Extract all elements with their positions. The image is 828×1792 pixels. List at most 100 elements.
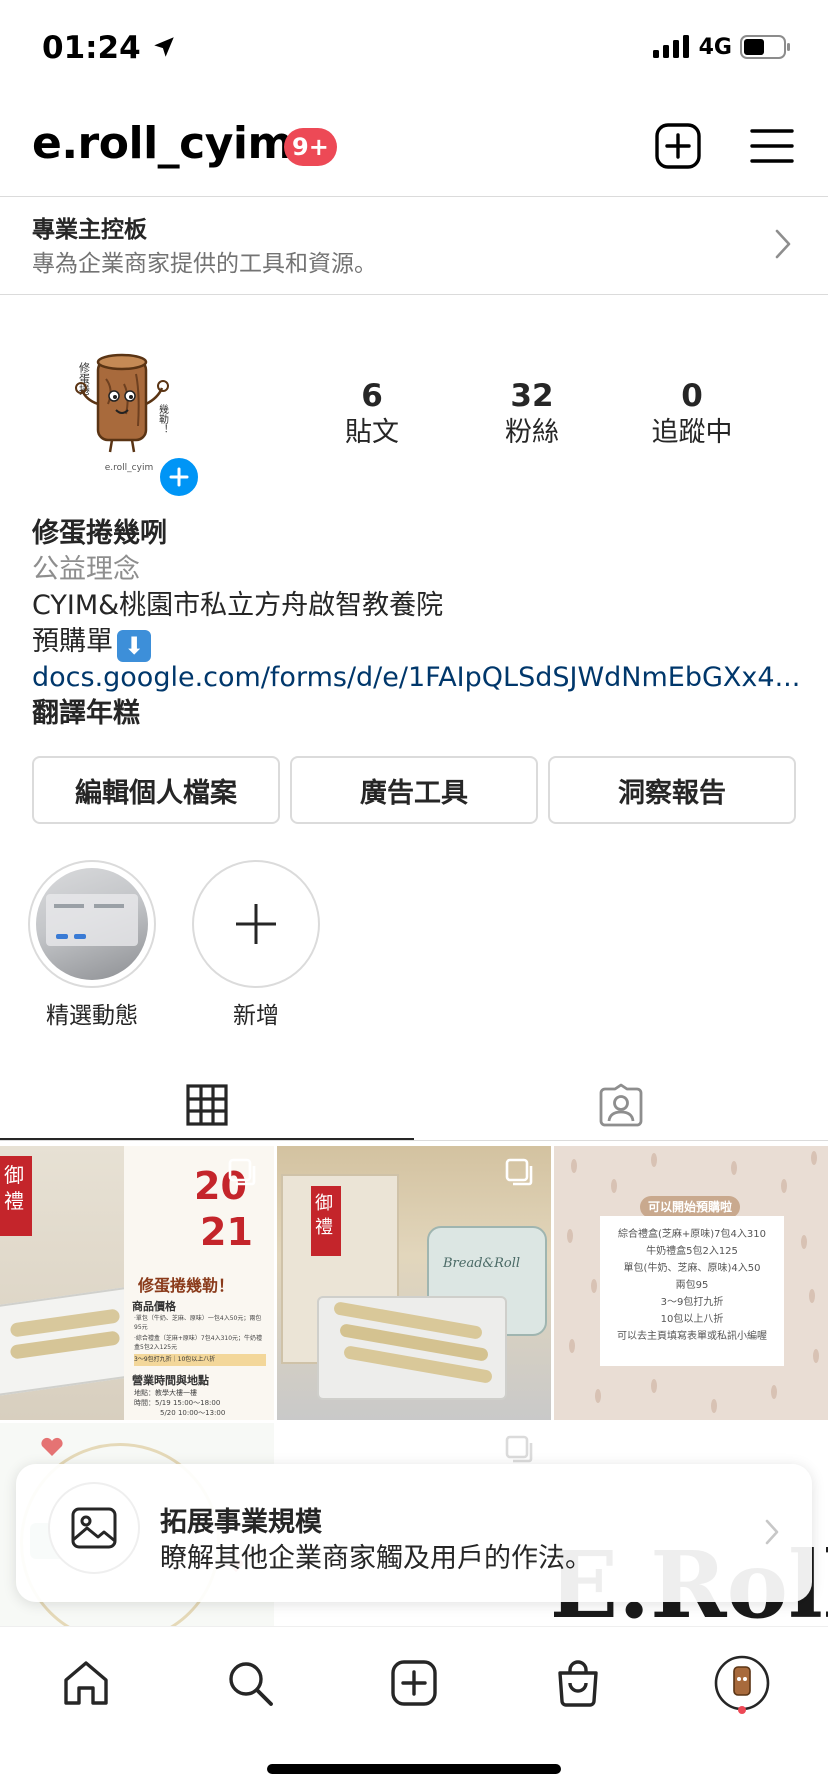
heart-icon (41, 1437, 63, 1456)
post3-line: 3～9包打九折 (660, 1297, 724, 1308)
stat-following[interactable]: 0 追蹤中 (612, 378, 772, 450)
bio-preorder-text: 預購單 (32, 626, 113, 657)
nav-home-button[interactable] (56, 1653, 116, 1713)
multiple-photos-icon (505, 1435, 533, 1463)
status-indicators: 4G (652, 34, 792, 60)
post1-gift-label: 御禮 (4, 1163, 24, 1213)
post3-line: 兩包95 (675, 1280, 709, 1291)
tabs-divider (0, 1140, 828, 1141)
tab-posts-grid[interactable] (0, 1070, 414, 1140)
signal-icon (652, 35, 689, 58)
highlight-new-label: 新增 (233, 1003, 279, 1029)
banner-title: 拓展事業規模 (160, 1507, 322, 1538)
svg-text:修蛋捲: 修蛋捲 (78, 361, 91, 396)
plus-square-icon (391, 1660, 437, 1706)
tagged-person-icon (599, 1083, 643, 1127)
post3-line: 綜合禮盒(芝麻+原味)7包4入310 (618, 1229, 766, 1240)
stat-following-count: 0 (681, 378, 703, 414)
stat-followers[interactable]: 32 粉絲 (452, 378, 612, 450)
bio-link[interactable]: docs.google.com/forms/d/e/1FAIpQLSdSJWdN… (32, 660, 812, 696)
menu-button[interactable] (746, 120, 798, 172)
stat-followers-label: 粉絲 (505, 417, 559, 448)
post3-price-list: 綜合禮盒(芝麻+原味)7包4入310 牛奶禮盒5包2入125 單包(牛奶、芝麻、… (600, 1226, 784, 1345)
post3-header: 可以開始預購啦 (640, 1196, 740, 1218)
highlight-cover-image (36, 868, 148, 980)
grow-business-banner[interactable]: 拓展事業規模 瞭解其他企業商家觸及用戶的作法。 (16, 1464, 812, 1602)
profile-username[interactable]: e.roll_cyim (32, 118, 293, 169)
see-translation-link[interactable]: 翻譯年糕 (32, 696, 812, 732)
status-time: 01:24 (42, 30, 177, 66)
edit-profile-button[interactable]: 編輯個人檔案 (32, 756, 280, 824)
post-thumbnail-3[interactable]: 可以開始預購啦 綜合禮盒(芝麻+原味)7包4入310 牛奶禮盒5包2入125 單… (554, 1146, 828, 1420)
post1-digits-2: 21 (200, 1210, 253, 1254)
dashboard-divider (0, 294, 828, 295)
add-story-button[interactable] (156, 454, 202, 500)
plus-square-icon (655, 123, 701, 169)
post1-section-time: 營業時間與地點 (132, 1374, 209, 1387)
image-icon (71, 1507, 117, 1549)
post1-time-2: 5/20 10:00～13:00 (160, 1409, 226, 1417)
post1-price-1: ‧單包（牛奶、芝麻、原味）一包4入50元；兩包95元 (134, 1315, 262, 1331)
post1-discount: 3～9包打九折｜10包以上八折 (134, 1354, 266, 1366)
post3-line: 單包(牛奶、芝麻、原味)4入50 (623, 1263, 761, 1274)
insights-button[interactable]: 洞察報告 (548, 756, 796, 824)
post3-line: 10包以上八折 (660, 1314, 724, 1325)
nav-search-button[interactable] (220, 1653, 280, 1713)
post2-box-script: Bread&Roll (443, 1256, 521, 1271)
chevron-right-icon (765, 1519, 779, 1545)
create-post-button[interactable] (652, 120, 704, 172)
stat-posts-label: 貼文 (345, 417, 399, 448)
highlight-new-button[interactable] (192, 860, 320, 988)
grid-icon (186, 1084, 228, 1126)
svg-text:e.roll_cyim: e.roll_cyim (105, 463, 153, 473)
tab-tagged[interactable] (414, 1070, 828, 1140)
post2-gift-label: 御禮 (315, 1193, 333, 1238)
nav-create-button[interactable] (384, 1653, 444, 1713)
home-icon (64, 1661, 108, 1705)
post1-time-1: 時間：5/19 15:00～18:00 (134, 1399, 221, 1407)
post1-section-price: 商品價格 (132, 1300, 176, 1313)
post-thumbnail-1[interactable]: 御禮 20 21 修蛋捲幾勒！ 商品價格 ‧單包（牛奶、芝麻、原味）一包4入50… (0, 1146, 274, 1420)
svg-text:幾勒！: 幾勒！ (157, 403, 169, 434)
bio-line-1: CYIM&桃園市私立方舟啟智教養院 (32, 590, 444, 621)
plus-icon (236, 904, 276, 944)
highlight-featured[interactable] (28, 860, 156, 988)
post1-price-2: ‧綜合禮盒（芝麻+原味）7包4入310元；牛奶禮盒5包2入125元 (134, 1335, 263, 1351)
profile-display-name: 修蛋捲幾咧 (32, 518, 167, 549)
bio-line-2: 預購單 ⬇ (32, 624, 812, 662)
nav-shop-button[interactable] (548, 1653, 608, 1713)
post-thumbnail-2[interactable]: 御禮 Bread&Roll (277, 1146, 551, 1420)
battery-icon (740, 35, 790, 59)
location-arrow-icon (154, 37, 175, 57)
banner-subtitle: 瞭解其他企業商家觸及用戶的作法。 (160, 1543, 592, 1574)
network-type: 4G (698, 34, 732, 60)
multiple-photos-icon (228, 1158, 256, 1186)
stat-followers-count: 32 (510, 378, 554, 414)
post3-line: 可以去主頁填寫表單或私訊小編喔 (617, 1331, 767, 1342)
search-icon (229, 1662, 273, 1706)
chevron-right-icon (775, 229, 791, 259)
notification-badge[interactable]: 9+ (284, 128, 337, 166)
banner-icon-container (50, 1484, 138, 1572)
post1-location: 地點：教學大樓一樓 (134, 1389, 197, 1397)
profile-notification-dot (738, 1706, 746, 1714)
stat-following-label: 追蹤中 (651, 417, 733, 448)
stat-posts[interactable]: 6 貼文 (292, 378, 452, 450)
dashboard-subtitle: 專為企業商家提供的工具和資源。 (32, 251, 377, 277)
hamburger-icon (750, 129, 794, 163)
stat-posts-count: 6 (361, 378, 383, 414)
plus-icon (169, 467, 189, 487)
dashboard-title: 專業主控板 (32, 217, 147, 243)
professional-dashboard[interactable]: 專業主控板 專為企業商家提供的工具和資源。 (0, 196, 828, 294)
multiple-photos-icon (505, 1158, 533, 1186)
profile-avatar-icon (714, 1655, 770, 1711)
post1-heading: 修蛋捲幾勒！ (138, 1276, 235, 1295)
post3-line: 牛奶禮盒5包2入125 (646, 1246, 738, 1257)
profile-category: 公益理念 (32, 554, 140, 585)
shopping-bag-icon (558, 1660, 598, 1707)
nav-profile-button[interactable] (712, 1653, 772, 1713)
ad-tools-button[interactable]: 廣告工具 (290, 756, 538, 824)
down-arrow-emoji-icon: ⬇ (117, 630, 151, 662)
home-indicator (267, 1764, 561, 1774)
highlight-featured-label: 精選動態 (46, 1003, 138, 1029)
